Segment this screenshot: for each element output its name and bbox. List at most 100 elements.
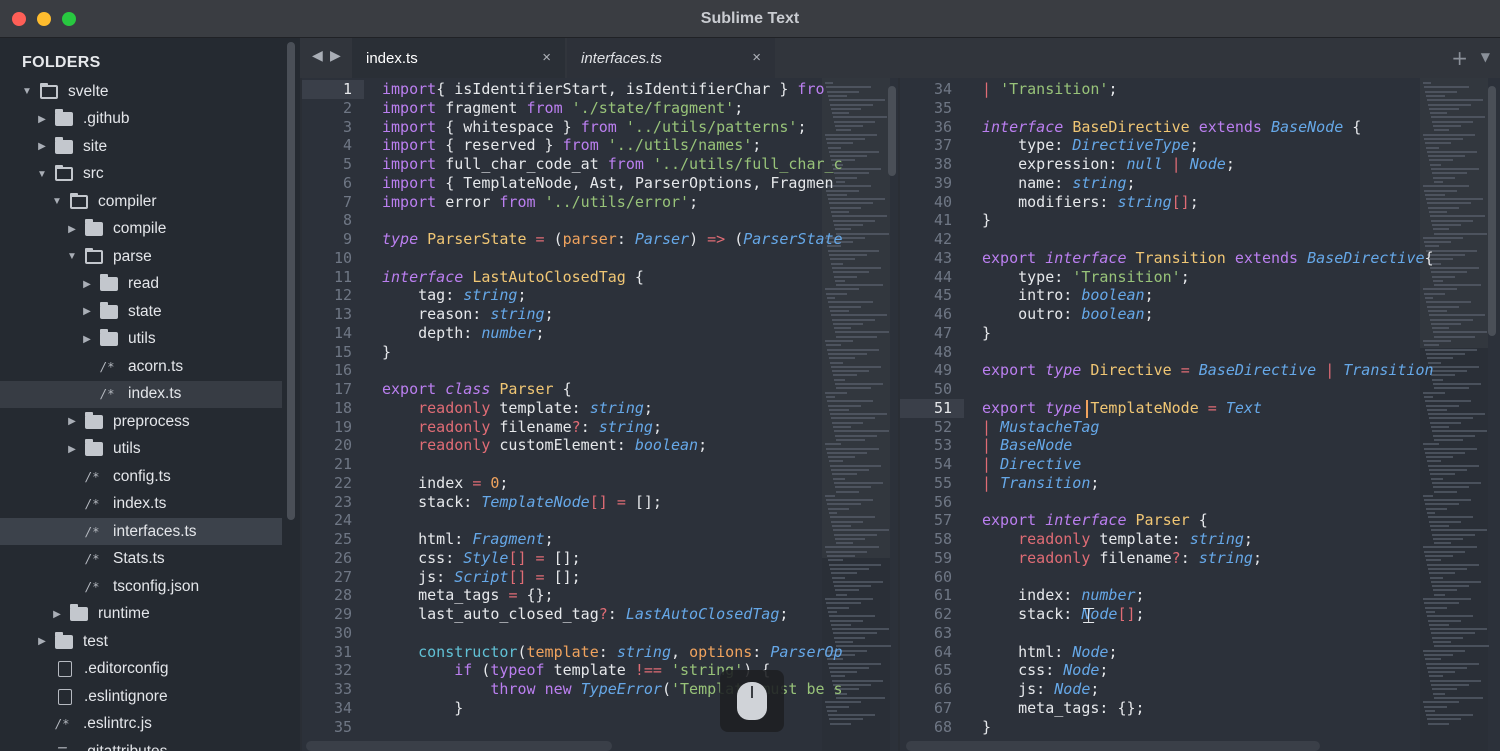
- tree-item[interactable]: ▶ preprocess: [0, 408, 282, 435]
- code-line[interactable]: meta_tags = {};: [382, 586, 553, 605]
- code-line[interactable]: }: [982, 324, 991, 343]
- tree-item[interactable]: ▼ svelte: [0, 78, 282, 105]
- code-line[interactable]: import { reserved } from '../utils/names…: [382, 136, 761, 155]
- minimap-right[interactable]: [1420, 78, 1489, 751]
- code-line[interactable]: export interface Parser {: [982, 511, 1208, 530]
- disclosure-closed-icon[interactable]: ▶: [82, 334, 92, 345]
- disclosure-closed-icon[interactable]: ▶: [37, 114, 47, 125]
- code-line[interactable]: stack: TemplateNode[] = [];: [382, 493, 662, 512]
- tree-item[interactable]: ☰ .gitattributes: [0, 738, 282, 751]
- code-line[interactable]: | Directive: [982, 455, 1081, 474]
- tree-item[interactable]: ▶ utils: [0, 326, 282, 353]
- tree-item[interactable]: ▼ parse: [0, 243, 282, 270]
- disclosure-closed-icon[interactable]: ▶: [67, 444, 77, 455]
- disclosure-closed-icon[interactable]: ▶: [37, 141, 47, 152]
- code-line[interactable]: stack: Node[];: [982, 605, 1144, 624]
- code-line[interactable]: type ParserState = (parser: Parser) => (…: [382, 230, 843, 249]
- code-line[interactable]: }: [382, 343, 391, 362]
- tree-item[interactable]: .eslintignore: [0, 683, 282, 710]
- sidebar-scrollbar[interactable]: [287, 42, 295, 520]
- back-arrow-icon[interactable]: ◀: [312, 48, 323, 64]
- tree-item[interactable]: /* index.ts: [0, 380, 282, 408]
- tree-item[interactable]: ▼ compiler: [0, 188, 282, 215]
- code-line[interactable]: export type Directive = BaseDirective | …: [982, 361, 1434, 380]
- disclosure-closed-icon[interactable]: ▶: [82, 306, 92, 317]
- code-line[interactable]: readonly template: string;: [982, 530, 1253, 549]
- left-pane-scrollbar[interactable]: [888, 86, 896, 176]
- code-line[interactable]: export interface Transition extends Base…: [982, 249, 1434, 268]
- code-line[interactable]: | Transition;: [982, 474, 1099, 493]
- tree-item[interactable]: /* .eslintrc.js: [0, 711, 282, 738]
- disclosure-open-icon[interactable]: ▼: [22, 86, 32, 97]
- close-icon[interactable]: ×: [542, 49, 551, 66]
- disclosure-open-icon[interactable]: ▼: [52, 196, 62, 207]
- code-line[interactable]: import{ isIdentifierStart, isIdentifierC…: [382, 80, 825, 99]
- code-line[interactable]: intro: boolean;: [982, 286, 1153, 305]
- tab-index-ts[interactable]: index.ts ×: [352, 38, 565, 78]
- tree-item[interactable]: /* config.ts: [0, 463, 282, 490]
- code-line[interactable]: readonly template: string;: [382, 399, 653, 418]
- tree-item[interactable]: ▶ utils: [0, 436, 282, 463]
- code-line[interactable]: import error from '../utils/error';: [382, 193, 698, 212]
- disclosure-closed-icon[interactable]: ▶: [67, 416, 77, 427]
- code-line[interactable]: | BaseNode: [982, 436, 1072, 455]
- code-line[interactable]: readonly filename?: string;: [382, 418, 662, 437]
- left-horizontal-scrollbar[interactable]: [306, 741, 612, 751]
- code-line[interactable]: | MustacheTag: [982, 418, 1099, 437]
- code-line[interactable]: if (typeof template !== 'string') {: [382, 661, 770, 680]
- disclosure-closed-icon[interactable]: ▶: [67, 224, 77, 235]
- code-line[interactable]: depth: number;: [382, 324, 544, 343]
- code-line[interactable]: css: Style[] = [];: [382, 549, 581, 568]
- code-line[interactable]: reason: string;: [382, 305, 553, 324]
- tree-item[interactable]: /* index.ts: [0, 491, 282, 518]
- code-line[interactable]: import { TemplateNode, Ast, ParserOption…: [382, 174, 834, 193]
- code-line[interactable]: modifiers: string[];: [982, 193, 1199, 212]
- tree-item[interactable]: ▶ state: [0, 298, 282, 325]
- code-line[interactable]: constructor(template: string, options: P…: [382, 643, 842, 662]
- code-line[interactable]: js: Node;: [982, 680, 1099, 699]
- forward-arrow-icon[interactable]: ▶: [330, 48, 341, 64]
- code-line[interactable]: name: string;: [982, 174, 1135, 193]
- right-pane-scrollbar[interactable]: [1488, 86, 1496, 336]
- tree-item[interactable]: ▼ src: [0, 161, 282, 188]
- code-line[interactable]: index: number;: [982, 586, 1144, 605]
- tree-item[interactable]: /* Stats.ts: [0, 546, 282, 573]
- tree-item[interactable]: ▶ test: [0, 628, 282, 655]
- code-line[interactable]: js: Script[] = [];: [382, 568, 581, 587]
- code-line[interactable]: expression: null | Node;: [982, 155, 1235, 174]
- disclosure-closed-icon[interactable]: ▶: [52, 609, 62, 620]
- code-line[interactable]: readonly customElement: boolean;: [382, 436, 707, 455]
- code-line[interactable]: export type TemplateNode = Text: [982, 399, 1262, 418]
- code-line[interactable]: interface BaseDirective extends BaseNode…: [982, 118, 1361, 137]
- code-line[interactable]: css: Node;: [982, 661, 1108, 680]
- code-line[interactable]: import { whitespace } from '../utils/pat…: [382, 118, 806, 137]
- code-line[interactable]: meta_tags: {};: [982, 699, 1144, 718]
- code-line[interactable]: tag: string;: [382, 286, 526, 305]
- disclosure-open-icon[interactable]: ▼: [37, 169, 47, 180]
- code-line[interactable]: import fragment from './state/fragment';: [382, 99, 743, 118]
- tree-item[interactable]: .editorconfig: [0, 656, 282, 683]
- tree-item[interactable]: ▶ compile: [0, 216, 282, 243]
- tree-item[interactable]: /* interfaces.ts: [0, 518, 282, 545]
- code-line[interactable]: | 'Transition';: [982, 80, 1117, 99]
- tree-item[interactable]: ▶ site: [0, 133, 282, 160]
- tree-item[interactable]: /* tsconfig.json: [0, 573, 282, 600]
- code-line[interactable]: last_auto_closed_tag?: LastAutoClosedTag…: [382, 605, 788, 624]
- code-line[interactable]: html: Fragment;: [382, 530, 553, 549]
- code-line[interactable]: interface LastAutoClosedTag {: [382, 268, 644, 287]
- code-line[interactable]: }: [382, 699, 463, 718]
- code-line[interactable]: }: [982, 718, 991, 737]
- right-horizontal-scrollbar[interactable]: [906, 741, 1320, 751]
- close-icon[interactable]: ×: [752, 49, 761, 66]
- code-line[interactable]: export class Parser {: [382, 380, 572, 399]
- code-line[interactable]: type: DirectiveType;: [982, 136, 1199, 155]
- code-line[interactable]: outro: boolean;: [982, 305, 1153, 324]
- tree-item[interactable]: ▶ .github: [0, 106, 282, 133]
- code-line[interactable]: html: Node;: [982, 643, 1117, 662]
- tab-menu-icon[interactable]: ▼: [1481, 50, 1490, 64]
- code-line[interactable]: type: 'Transition';: [982, 268, 1190, 287]
- tab-interfaces-ts[interactable]: interfaces.ts ×: [567, 38, 775, 78]
- editor-pane-right[interactable]: 34 | 'Transition'; 35 36 interface BaseDirec…: [900, 78, 1500, 751]
- tree-item[interactable]: ▶ read: [0, 271, 282, 298]
- code-line[interactable]: readonly filename?: string;: [982, 549, 1262, 568]
